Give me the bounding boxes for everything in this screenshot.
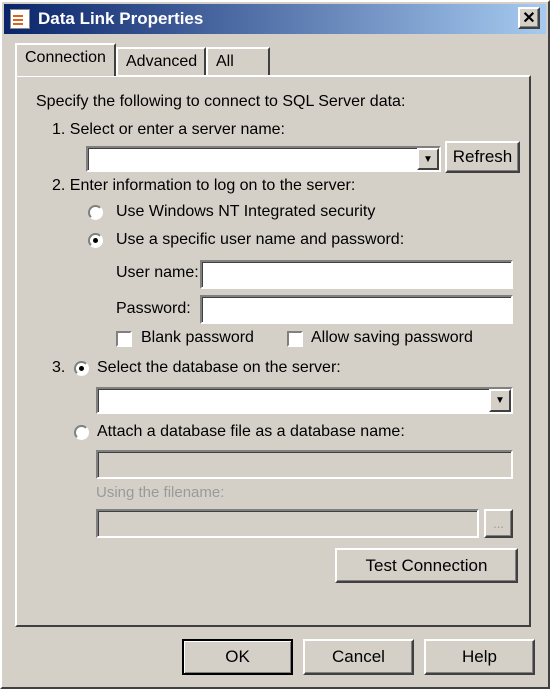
- title-bar[interactable]: Data Link Properties ✕: [4, 4, 546, 34]
- radio-specific-user[interactable]: [88, 233, 103, 248]
- username-label: User name:: [116, 264, 199, 281]
- close-button[interactable]: ✕: [518, 7, 540, 29]
- browse-button: ...: [484, 509, 513, 538]
- cancel-button[interactable]: Cancel: [303, 639, 414, 675]
- allow-saving-label[interactable]: Allow saving password: [311, 329, 473, 347]
- filename-input: [96, 509, 479, 538]
- radio-specific-label[interactable]: Use a specific user name and password:: [116, 231, 404, 249]
- radio-attach-label[interactable]: Attach a database file as a database nam…: [97, 423, 405, 441]
- blank-password-checkbox[interactable]: [116, 331, 132, 347]
- dropdown-arrow-icon[interactable]: ▼: [417, 148, 439, 170]
- username-input[interactable]: [200, 260, 513, 289]
- allow-saving-checkbox[interactable]: [287, 331, 303, 347]
- help-button[interactable]: Help: [424, 639, 535, 675]
- data-link-icon: [10, 9, 30, 29]
- attach-database-input: [96, 450, 513, 479]
- ok-button[interactable]: OK: [182, 639, 293, 675]
- tab-all[interactable]: All: [206, 47, 270, 76]
- test-connection-button[interactable]: Test Connection: [335, 548, 518, 583]
- filename-label: Using the filename:: [96, 484, 225, 501]
- database-combo[interactable]: ▼: [96, 387, 513, 414]
- step1-label: 1. Select or enter a server name:: [52, 121, 285, 138]
- radio-nt-label[interactable]: Use Windows NT Integrated security: [116, 203, 375, 221]
- blank-password-label[interactable]: Blank password: [141, 329, 254, 347]
- radio-attach-database[interactable]: [74, 425, 89, 440]
- step3-label: 3.: [52, 359, 66, 376]
- password-label: Password:: [116, 300, 191, 317]
- radio-select-database[interactable]: [74, 361, 89, 376]
- refresh-button[interactable]: Refresh: [445, 141, 520, 173]
- intro-text: Specify the following to connect to SQL …: [36, 93, 406, 110]
- password-input[interactable]: [200, 295, 513, 324]
- window-title: Data Link Properties: [38, 9, 204, 28]
- radio-select-database-label[interactable]: Select the database on the server:: [97, 359, 341, 377]
- dropdown-arrow-icon[interactable]: ▼: [489, 389, 511, 412]
- server-name-combo[interactable]: ▼: [86, 146, 441, 172]
- tab-connection[interactable]: Connection: [15, 43, 116, 76]
- tab-advanced[interactable]: Advanced: [116, 47, 206, 76]
- radio-nt-security[interactable]: [88, 205, 103, 220]
- step2-label: 2. Enter information to log on to the se…: [52, 177, 356, 194]
